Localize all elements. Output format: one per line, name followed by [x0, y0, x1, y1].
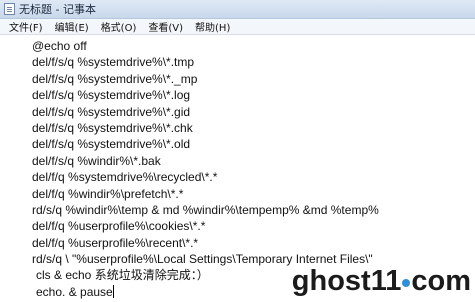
editor-line: @echo off: [32, 39, 87, 53]
editor-line: del/f/s/q %systemdrive%\*.gid: [32, 104, 191, 119]
editor-line: rd/s/q %windir%\temp & md %windir%\tempe…: [32, 202, 379, 217]
editor-line: del/f/s/q %systemdrive%\*.log: [32, 88, 191, 103]
text-editor-area[interactable]: @echo off del/f/s/q %systemdrive%\*.tmp …: [0, 36, 475, 302]
menu-file[interactable]: 文件(F): [3, 19, 49, 34]
editor-line: del/f/q %systemdrive%\recycled\*.*: [32, 170, 218, 185]
editor-line: del/f/s/q %systemdrive%\*.old: [32, 137, 191, 152]
editor-line: del/f/s/q %systemdrive%\*.tmp: [32, 55, 195, 70]
menu-view[interactable]: 查看(V): [142, 19, 189, 34]
editor-lines: @echo off del/f/s/q %systemdrive%\*.tmp …: [28, 38, 379, 300]
editor-line: del/f/s/q %windir%\*.bak: [32, 153, 161, 168]
watermark-brand-suffix: com: [411, 265, 471, 297]
menu-bar: 文件(F) 编辑(E) 格式(O) 查看(V) 帮助(H): [0, 19, 475, 35]
notepad-icon: [4, 3, 15, 15]
editor-line: del/f/s/q %systemdrive%\*._mp: [32, 71, 198, 86]
text-cursor: [112, 284, 114, 298]
menu-help[interactable]: 帮助(H): [189, 19, 236, 34]
editor-line: del/f/q %windir%\prefetch\*.*: [32, 186, 184, 201]
menu-format[interactable]: 格式(O): [95, 19, 143, 34]
watermark-brand-prefix: ghost11: [291, 265, 402, 297]
watermark-dot: [402, 279, 411, 287]
editor-line: del/f/s/q %systemdrive%\*.chk: [32, 120, 193, 135]
window-title: 无标题 - 记事本: [19, 3, 96, 16]
notepad-window: 无标题 - 记事本 文件(F) 编辑(E) 格式(O) 查看(V) 帮助(H) …: [0, 0, 475, 302]
editor-line: del/f/q %userprofile%\cookies\*.*: [32, 219, 206, 234]
watermark-logo: ghost11 com: [292, 265, 471, 298]
editor-line: del/f/q %userprofile%\recent\*.*: [32, 235, 199, 250]
menu-edit[interactable]: 编辑(E): [49, 19, 95, 34]
editor-line-text: echo. & pause: [36, 284, 113, 299]
title-bar[interactable]: 无标题 - 记事本: [0, 0, 475, 19]
